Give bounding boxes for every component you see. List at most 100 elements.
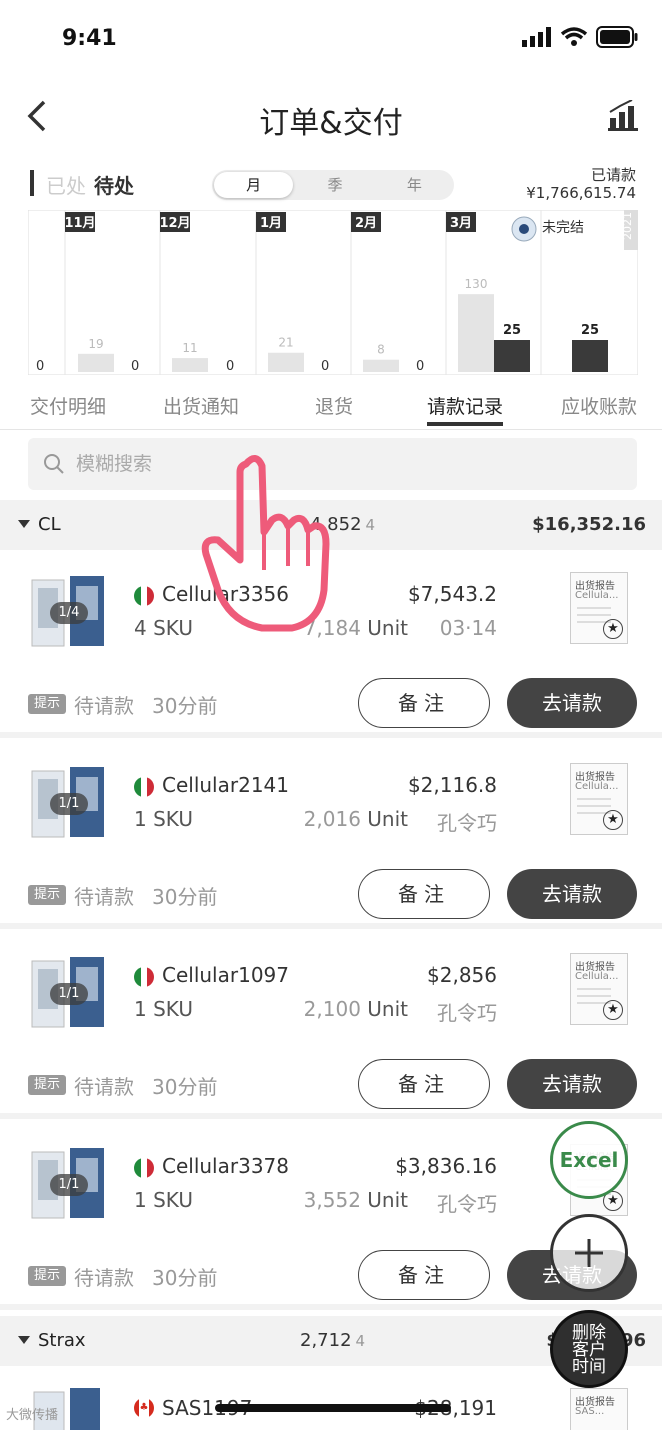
order-sku: 4 SKU (134, 616, 193, 640)
legend-eye-pupil (519, 224, 529, 234)
shipping-report-thumbnail[interactable]: 出货报告 Cellula... ★ (570, 953, 628, 1025)
star-icon: ★ (603, 1000, 623, 1020)
order-units: 7,184 Unit (303, 616, 408, 640)
request-payment-button[interactable]: 去请款 (507, 678, 637, 728)
bar-value-label: 130 (465, 277, 488, 291)
shipping-report-thumbnail[interactable]: 出货报告 Cellula... ★ (570, 763, 628, 835)
chart-svg: 11月 12月 1月 2月 3月 19 11 21 8 130 25 25 0 0 0 0 0 未完结 2021 (28, 210, 638, 375)
tip-badge: 提示 (28, 694, 66, 714)
order-name: Cellular1097 (162, 963, 289, 987)
status-icons (522, 26, 638, 48)
export-excel-button[interactable]: Excel (550, 1121, 628, 1199)
add-button[interactable] (550, 1214, 628, 1292)
search-input[interactable] (76, 438, 616, 490)
monthly-bar-chart: 11月 12月 1月 2月 3月 19 11 21 8 130 25 25 0 0 0 0 0 未完结 2021 (28, 210, 638, 375)
period-month[interactable]: 月 (214, 172, 294, 198)
product-thumbnail[interactable]: 1/1 (28, 957, 108, 1031)
product-thumbnail[interactable]: 1/1 (28, 767, 108, 841)
watermark: 大微传播 (6, 1408, 59, 1423)
zero-value-label: 0 (226, 359, 234, 374)
bar-chart-icon[interactable] (608, 100, 638, 132)
shipping-report-thumbnail[interactable]: 出货报告 SAS... (570, 1388, 628, 1430)
toggle-pending[interactable]: 待处 (94, 170, 134, 199)
order-sku: 1 SKU (134, 997, 193, 1021)
bar-done (268, 352, 304, 372)
payment-status: 待请款 (74, 1075, 134, 1099)
bar-pending (494, 340, 530, 372)
status-bar: 9:41 (0, 0, 662, 80)
note-button[interactable]: 备注 (358, 678, 490, 728)
group-name: Strax (38, 1330, 86, 1351)
bar-value-label: 19 (88, 337, 103, 351)
month-label: 1月 (260, 216, 282, 231)
note-button[interactable]: 备注 (358, 1059, 490, 1109)
period-segmented-control: 月 季 年 (212, 170, 454, 200)
bar-pending (572, 340, 608, 372)
order-name: Cellular3356 (162, 582, 289, 606)
order-amount: $2,856 (427, 963, 497, 987)
payment-status: 待请款 (74, 694, 134, 718)
tab-delivery-detail[interactable]: 交付明细 (30, 392, 106, 419)
zero-value-label: 0 (36, 359, 44, 374)
order-meta: 孔令巧 (437, 1192, 497, 1216)
product-thumbnail[interactable]: 1/1 (28, 1148, 108, 1222)
flag-it-icon (134, 586, 154, 606)
order-amount: $2,116.8 (407, 773, 497, 797)
zero-value-label: 0 (321, 359, 329, 374)
note-button[interactable]: 备注 (358, 1250, 490, 1300)
request-payment-button[interactable]: 去请款 (507, 1059, 637, 1109)
star-icon: ★ (603, 810, 623, 830)
tip-badge: 提示 (28, 1266, 66, 1286)
tab-bar: 交付明细 出货通知 退货 请款记录 应收账款 (0, 386, 662, 430)
bar-value-label: 25 (503, 323, 521, 338)
bar-done (363, 359, 399, 372)
flag-it-icon (134, 777, 154, 797)
tip-badge: 提示 (28, 1075, 66, 1095)
legend-label: 未完结 (542, 220, 584, 236)
filter-row: 已处 待处 月 季 年 已请款 ¥1,766,615.74 (0, 162, 662, 208)
toggle-done[interactable]: 已处 (46, 170, 86, 199)
tip-badge: 提示 (28, 885, 66, 905)
bar-value-label: 8 (377, 343, 385, 357)
order-meta: 孔令巧 (437, 1001, 497, 1025)
status-time: 9:41 (62, 26, 117, 51)
bar-done (172, 358, 208, 372)
battery-icon (596, 26, 638, 48)
home-indicator (215, 1404, 451, 1412)
note-button[interactable]: 备注 (358, 869, 490, 919)
order-units: 2,100 Unit (303, 997, 408, 1021)
tab-payment-records[interactable]: 请款记录 (427, 392, 503, 419)
group-header-cl[interactable]: CL 4,852 4 $16,352.16 (0, 500, 662, 550)
order-card[interactable]: 1/1 Cellular2141 $2,116.8 1 SKU 2,016 Un… (0, 743, 662, 929)
search-icon (44, 454, 64, 474)
image-count-badge: 1/4 (50, 602, 88, 624)
group-units: 4,852 4 (310, 514, 376, 535)
image-count-badge: 1/1 (50, 793, 88, 815)
order-card[interactable]: 1/4 Cellular3356 $7,543.2 4 SKU 7,184 Un… (0, 552, 662, 738)
flag-it-icon (134, 1158, 154, 1178)
tab-underline (427, 422, 503, 426)
order-card[interactable]: 1/1 Cellular1097 $2,856 1 SKU 2,100 Unit… (0, 933, 662, 1119)
payment-status: 待请款 (74, 885, 134, 909)
time-ago: 30分前 (152, 1266, 218, 1290)
product-thumbnail[interactable]: 1/4 (28, 576, 108, 650)
tab-returns[interactable]: 退货 (315, 392, 353, 419)
tab-shipping-notice[interactable]: 出货通知 (163, 392, 239, 419)
request-payment-button[interactable]: 去请款 (507, 869, 637, 919)
time-ago: 30分前 (152, 1075, 218, 1099)
page-title: 订单&交付 (259, 106, 403, 141)
payment-status: 待请款 (74, 1266, 134, 1290)
tab-receivables[interactable]: 应收账款 (561, 392, 637, 419)
period-year[interactable]: 年 (375, 170, 454, 200)
year-tag: 2021 (621, 212, 634, 240)
shipping-report-thumbnail[interactable]: 出货报告 Cellula... ★ (570, 572, 628, 644)
delete-customer-time-button[interactable]: 删除 客户 时间 (550, 1310, 628, 1388)
requested-label: 已请款 (590, 166, 636, 184)
period-quarter[interactable]: 季 (295, 170, 374, 200)
image-count-badge: 1/1 (50, 983, 88, 1005)
zero-value-label: 0 (416, 359, 424, 374)
order-sku: 1 SKU (134, 807, 193, 831)
plus-icon (575, 1239, 603, 1267)
order-amount: $7,543.2 (407, 582, 497, 606)
bar-done (458, 294, 494, 372)
